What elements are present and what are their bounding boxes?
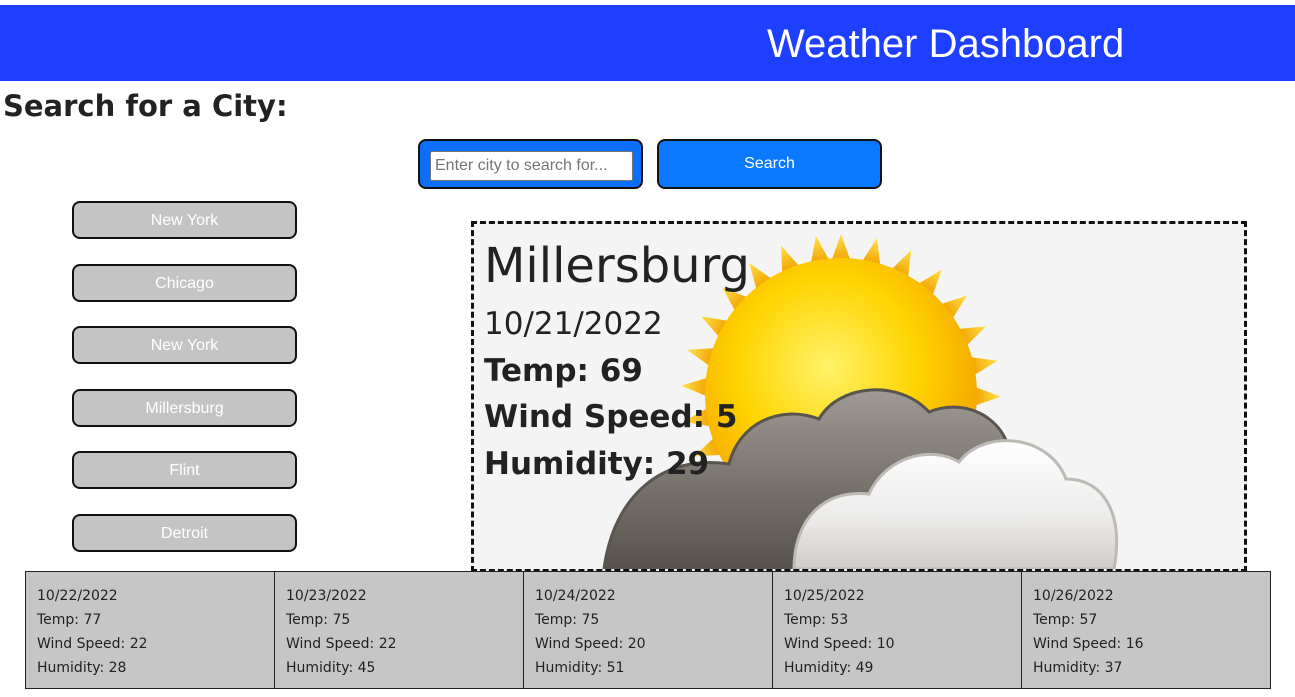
history-button-new-york[interactable]: New York <box>72 201 297 239</box>
forecast-card: 10/22/2022 Temp: 77 Wind Speed: 22 Humid… <box>25 571 275 689</box>
forecast-temp: Temp: 75 <box>286 612 351 628</box>
forecast-card: 10/25/2022 Temp: 53 Wind Speed: 10 Humid… <box>772 571 1022 689</box>
forecast-wind-speed: Wind Speed: 20 <box>535 636 646 652</box>
search-input-wrapper <box>418 139 643 189</box>
forecast-date: 10/26/2022 <box>1033 588 1114 604</box>
forecast-temp: Temp: 53 <box>784 612 849 628</box>
forecast-humidity: Humidity: 37 <box>1033 660 1123 676</box>
forecast-wind-speed: Wind Speed: 16 <box>1033 636 1144 652</box>
forecast-card: 10/23/2022 Temp: 75 Wind Speed: 22 Humid… <box>274 571 524 689</box>
forecast-wind-speed: Wind Speed: 22 <box>286 636 397 652</box>
search-button[interactable]: Search <box>657 139 882 189</box>
history-button-chicago[interactable]: Chicago <box>72 264 297 302</box>
history-button-flint[interactable]: Flint <box>72 451 297 489</box>
current-weather-panel: Millersburg 10/21/2022 Temp: 69 Wind Spe… <box>471 221 1247 572</box>
history-button-new-york[interactable]: New York <box>72 326 297 364</box>
forecast-wind-speed: Wind Speed: 22 <box>37 636 148 652</box>
current-temp: Temp: 69 <box>484 353 643 389</box>
history-button-millersburg[interactable]: Millersburg <box>72 389 297 427</box>
current-date: 10/21/2022 <box>484 306 663 342</box>
forecast-humidity: Humidity: 51 <box>535 660 625 676</box>
forecast-date: 10/25/2022 <box>784 588 865 604</box>
current-city-name: Millersburg <box>484 238 750 294</box>
page-title: Weather Dashboard <box>767 22 1125 66</box>
forecast-humidity: Humidity: 45 <box>286 660 376 676</box>
header-bar: Weather Dashboard <box>0 5 1295 81</box>
forecast-date: 10/22/2022 <box>37 588 118 604</box>
forecast-temp: Temp: 57 <box>1033 612 1098 628</box>
forecast-card: 10/26/2022 Temp: 57 Wind Speed: 16 Humid… <box>1021 571 1271 689</box>
forecast-date: 10/24/2022 <box>535 588 616 604</box>
current-wind-speed: Wind Speed: 5 <box>484 399 738 435</box>
city-search-input[interactable] <box>430 151 633 181</box>
five-day-forecast: 10/22/2022 Temp: 77 Wind Speed: 22 Humid… <box>25 571 1276 689</box>
history-button-detroit[interactable]: Detroit <box>72 514 297 552</box>
search-heading: Search for a City: <box>3 89 288 123</box>
forecast-wind-speed: Wind Speed: 10 <box>784 636 895 652</box>
forecast-temp: Temp: 75 <box>535 612 600 628</box>
forecast-card: 10/24/2022 Temp: 75 Wind Speed: 20 Humid… <box>523 571 773 689</box>
forecast-humidity: Humidity: 49 <box>784 660 874 676</box>
forecast-humidity: Humidity: 28 <box>37 660 127 676</box>
forecast-temp: Temp: 77 <box>37 612 102 628</box>
forecast-date: 10/23/2022 <box>286 588 367 604</box>
current-humidity: Humidity: 29 <box>484 446 710 482</box>
